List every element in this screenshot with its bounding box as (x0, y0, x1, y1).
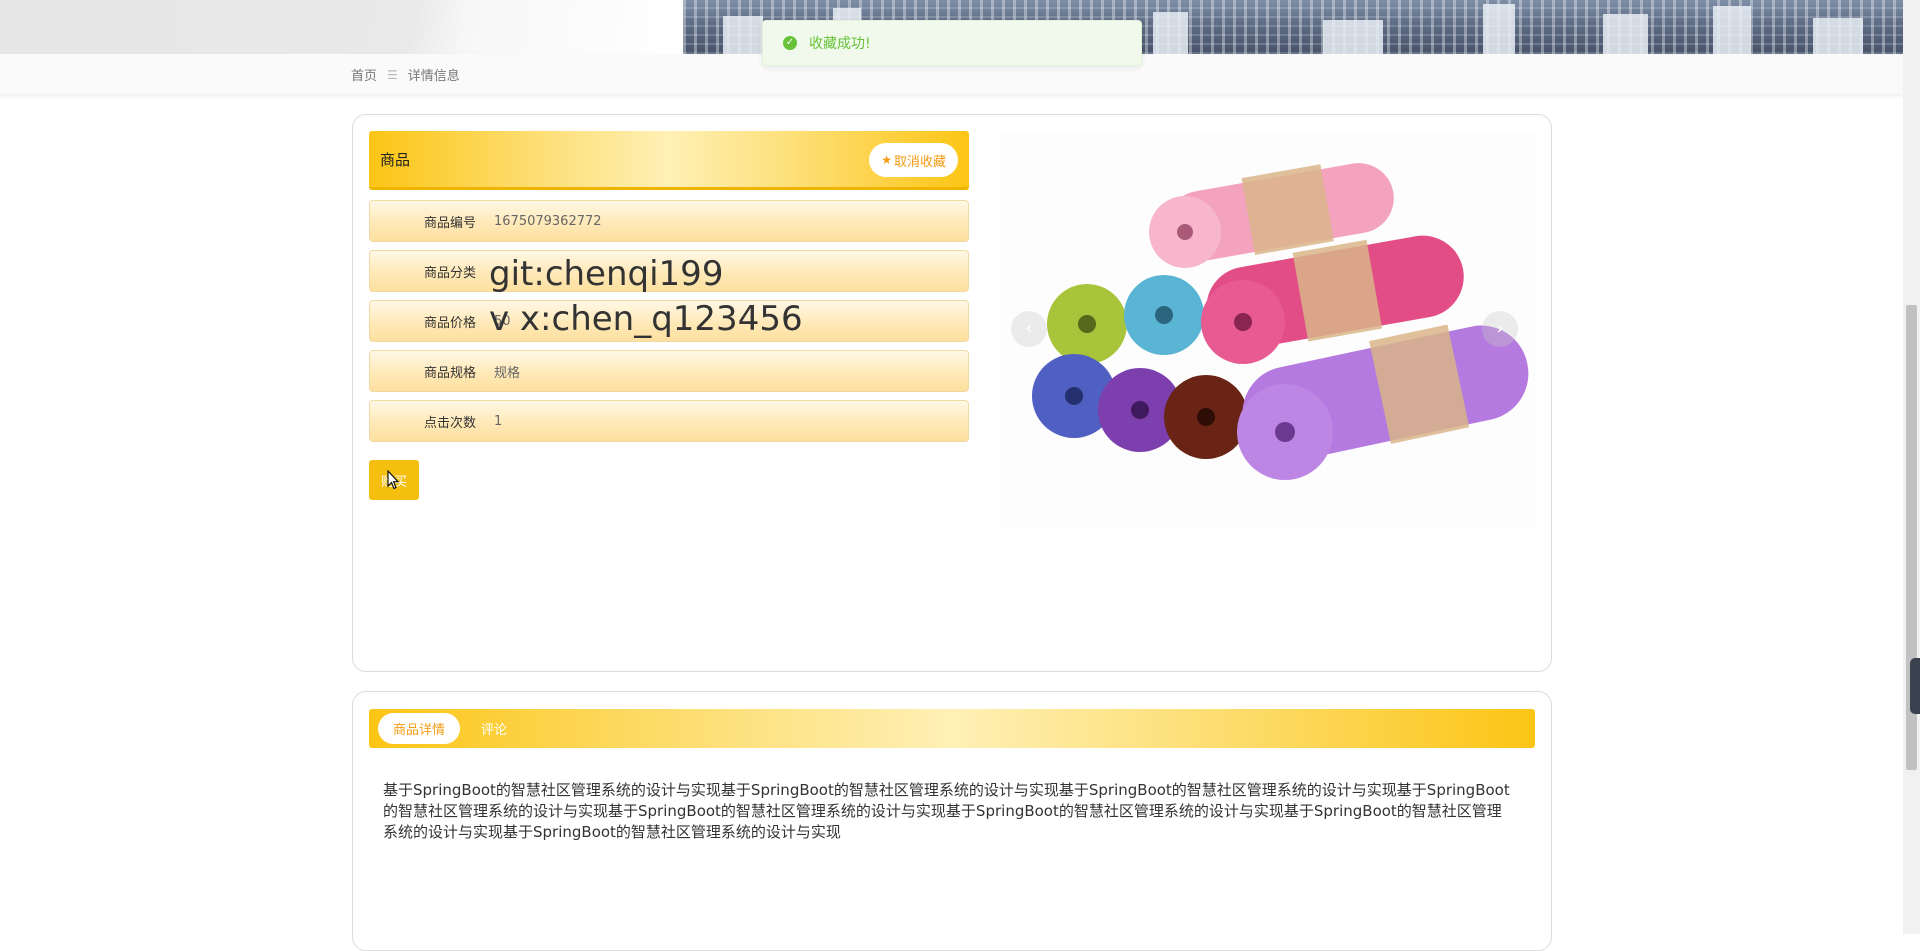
check-circle-icon: ✓ (783, 36, 797, 50)
info-label: 商品编号 (423, 215, 476, 231)
watermark-line-2: v x:chen_q123456 (489, 299, 803, 339)
info-value: 规格 (494, 365, 521, 381)
tab-comments[interactable]: 评论 (466, 713, 522, 744)
info-row-code: 商品编号 1675079362772 (369, 200, 969, 242)
breadcrumb: 首页 ☰ 详情信息 (351, 65, 460, 85)
breadcrumb-separator-icon: ☰ (387, 67, 398, 82)
unfavorite-button[interactable]: ★ 取消收藏 (869, 143, 958, 177)
star-icon: ★ (881, 153, 892, 167)
toast-message: 收藏成功! (809, 36, 871, 52)
info-value: 1675079362772 (494, 213, 602, 229)
side-panel-handle[interactable] (1910, 658, 1920, 714)
unfavorite-label: 取消收藏 (893, 154, 946, 170)
product-title-bar: 商品 ★ 取消收藏 (369, 131, 969, 190)
info-label: 商品规格 (423, 365, 476, 381)
product-image-carousel[interactable]: ‹ › (1000, 132, 1535, 527)
breadcrumb-home[interactable]: 首页 (351, 65, 377, 84)
info-value: 1 (494, 413, 503, 429)
banner-left (0, 0, 683, 54)
carousel-prev-arrow[interactable]: ‹ (1011, 311, 1047, 347)
tab-product-detail[interactable]: 商品详情 (378, 713, 461, 744)
yoga-mats-photo (1000, 132, 1535, 527)
watermark-line-1: git:chenqi199 (489, 254, 724, 294)
info-label: 商品价格 (423, 315, 476, 331)
breadcrumb-current: 详情信息 (407, 69, 460, 84)
info-label: 商品分类 (423, 265, 476, 281)
product-description: 基于SpringBoot的智慧社区管理系统的设计与实现基于SpringBoot的… (383, 781, 1510, 841)
success-toast: ✓ 收藏成功! (762, 20, 1142, 66)
carousel-next-arrow[interactable]: › (1482, 311, 1518, 347)
info-row-spec: 商品规格 规格 (369, 350, 969, 392)
mouse-cursor-icon (387, 470, 399, 490)
tab-bar: 商品详情 评论 (369, 709, 1535, 748)
info-row-clicks: 点击次数 1 (369, 400, 969, 442)
product-title: 商品 (380, 150, 411, 169)
info-label: 点击次数 (423, 415, 476, 431)
